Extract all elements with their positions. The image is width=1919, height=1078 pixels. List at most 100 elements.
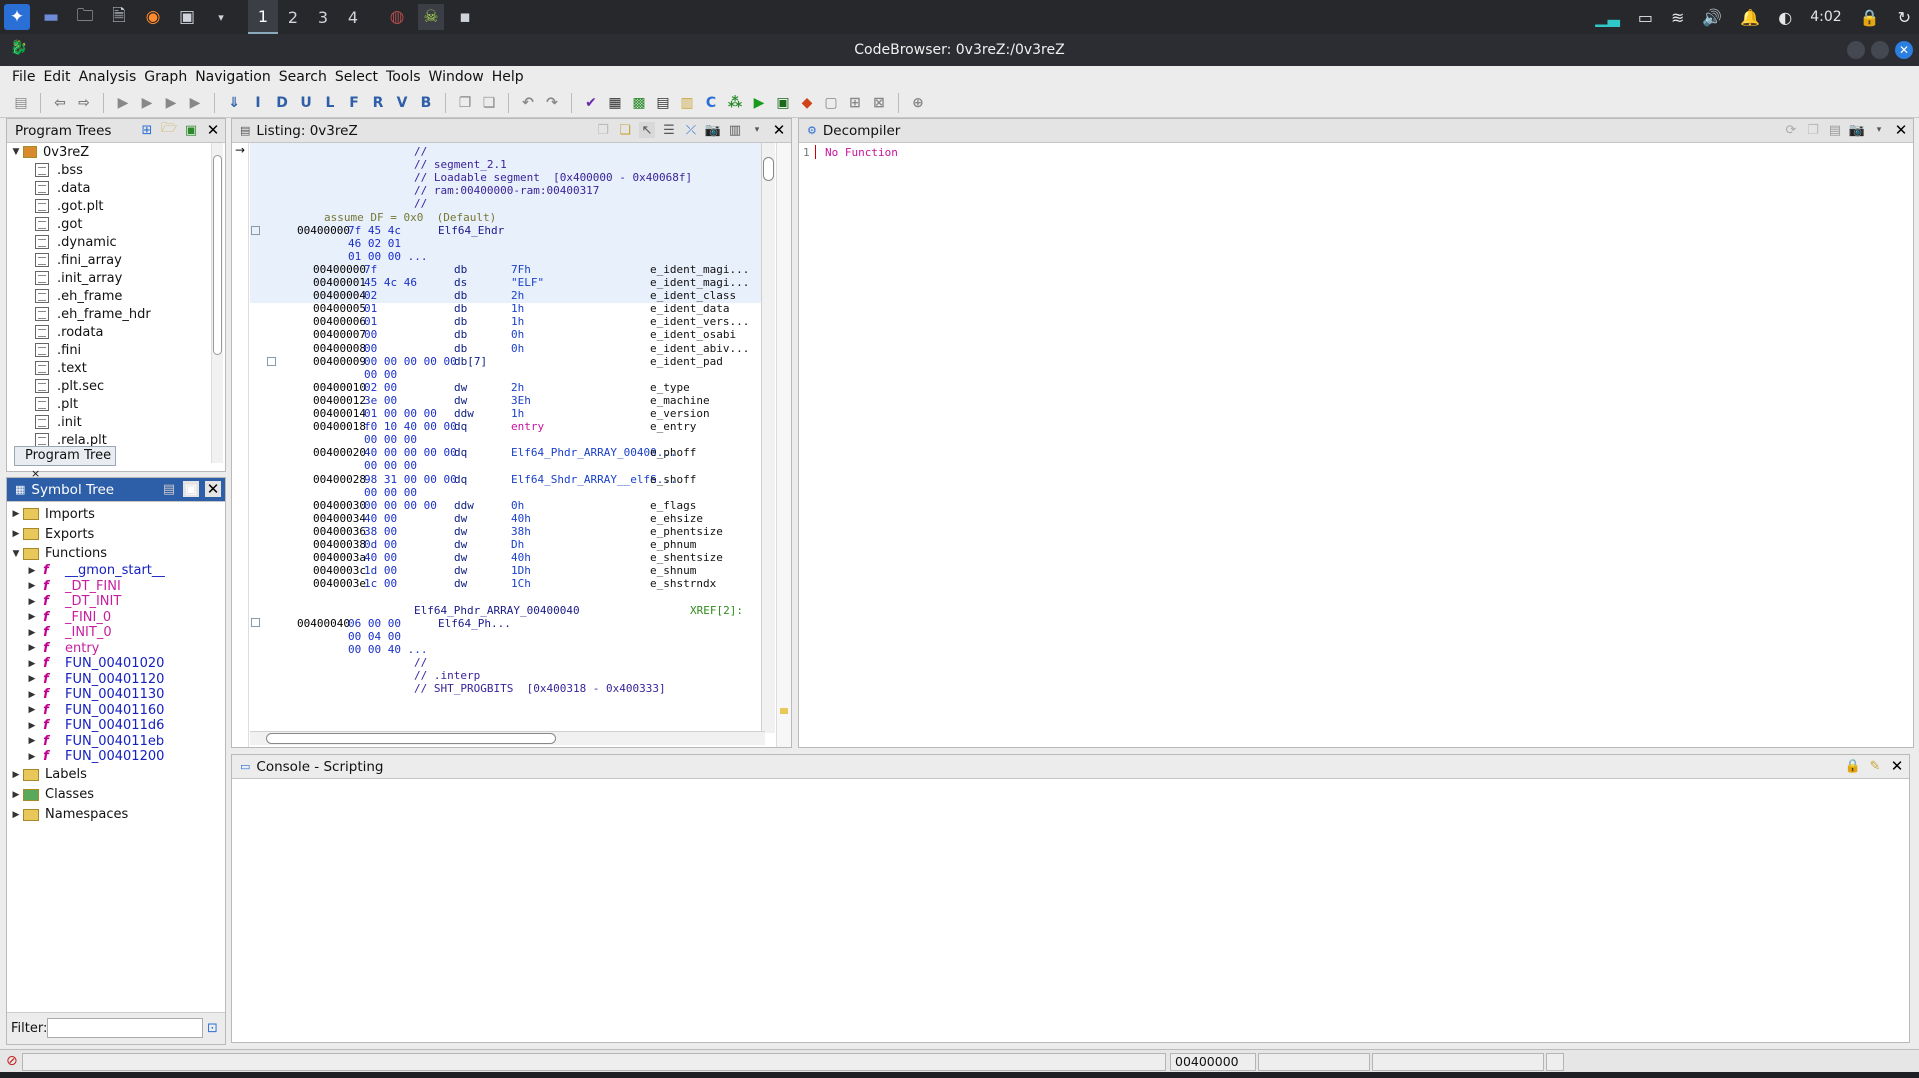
menu-search[interactable]: Search — [279, 69, 327, 85]
desktop-icon[interactable]: ▬ — [38, 4, 64, 30]
function-item[interactable]: ▶ f FUN_00401020 — [7, 656, 223, 672]
program-tree-item[interactable]: .dynamic — [7, 233, 211, 251]
chevron-down-icon[interactable]: ▾ — [1871, 122, 1887, 138]
field-edit-icon[interactable]: ☰ — [661, 122, 677, 138]
listing-hscroll[interactable] — [250, 731, 765, 745]
function-item[interactable]: ▶ f __gmon_start__ — [7, 563, 223, 579]
program-tree-item[interactable]: .rodata — [7, 323, 211, 341]
tool-icon-1[interactable]: ▦ — [606, 94, 624, 112]
error-status-icon[interactable]: ⊘ — [6, 1053, 18, 1069]
maximize-button[interactable] — [1871, 41, 1889, 59]
filter-input[interactable] — [47, 1018, 203, 1038]
expand-arrow-icon[interactable]: ▶ — [9, 509, 23, 519]
refresh-icon[interactable]: ⟳ — [1783, 122, 1799, 138]
tool-icon-11[interactable]: ⊠ — [870, 94, 888, 112]
close-icon[interactable]: ✕ — [205, 480, 221, 498]
expand-arrow-icon[interactable]: ▶ — [9, 770, 23, 780]
collapse-arrow-icon[interactable]: ▼ — [9, 147, 23, 157]
file-manager-icon[interactable]: 🗀 — [72, 4, 98, 30]
close-icon[interactable]: ✕ — [205, 121, 221, 139]
function-item[interactable]: ▶ f FUN_00401200 — [7, 749, 223, 765]
listing-view[interactable]: //// segment_2.1// Loadable segment [0x4… — [250, 143, 765, 733]
checkmark-icon[interactable]: ✔ — [582, 94, 600, 112]
expand-arrow-icon[interactable]: ▶ — [25, 643, 39, 653]
expand-arrow-icon[interactable]: ▶ — [25, 736, 39, 746]
next-r-icon[interactable]: R — [369, 94, 387, 112]
nav-icon-2[interactable]: ▶ — [138, 94, 156, 112]
close-icon[interactable]: ✕ — [771, 121, 787, 139]
overview-bar[interactable] — [776, 143, 791, 747]
back-icon[interactable]: ⇦ — [51, 94, 69, 112]
program-tree-item[interactable]: .fini_array — [7, 251, 211, 269]
chevron-down-icon[interactable]: ▾ — [208, 4, 234, 30]
function-item[interactable]: ▶ f _DT_INIT — [7, 594, 223, 610]
nav-icon-3[interactable]: ▶ — [162, 94, 180, 112]
snapshot-icon[interactable]: ▣ — [183, 122, 199, 138]
refresh-icon[interactable]: ↻ — [1898, 8, 1911, 27]
next-l-icon[interactable]: L — [321, 94, 339, 112]
new-tree-icon[interactable]: ⊞ — [139, 122, 155, 138]
tool-icon-4[interactable]: ▥ — [678, 94, 696, 112]
display-icon[interactable]: ▭ — [1638, 8, 1653, 27]
program-tree-item[interactable]: .bss — [7, 161, 211, 179]
function-item[interactable]: ▶ f FUN_00401130 — [7, 687, 223, 703]
lock-icon[interactable]: ▤ — [161, 481, 177, 497]
decompiler-view[interactable]: 1 No Function — [799, 143, 1913, 743]
function-item[interactable]: ▶ f FUN_004011eb — [7, 734, 223, 750]
next-instruction-icon[interactable]: ⇓ — [225, 94, 243, 112]
function-item[interactable]: ▶ f _INIT_0 — [7, 625, 223, 641]
expand-arrow-icon[interactable]: ▶ — [25, 705, 39, 715]
copy-icon[interactable]: ❐ — [595, 122, 611, 138]
function-item[interactable]: ▶ f _DT_FINI — [7, 579, 223, 595]
expand-arrow-icon[interactable]: ▶ — [25, 597, 39, 607]
close-icon[interactable]: ✕ — [1889, 757, 1905, 775]
tool-icon-8[interactable]: ◆ — [798, 94, 816, 112]
function-item[interactable]: ▶ f FUN_004011d6 — [7, 718, 223, 734]
power-icon[interactable]: ◐ — [1778, 8, 1792, 27]
expand-arrow-icon[interactable]: ▶ — [9, 790, 23, 800]
export-icon[interactable]: ▤ — [1827, 122, 1843, 138]
terminal-icon[interactable]: ▣ — [174, 4, 200, 30]
next-i-icon[interactable]: I — [249, 94, 267, 112]
firefox-window-icon[interactable]: ◍ — [384, 4, 410, 30]
lock-icon[interactable]: 🔒 — [1845, 758, 1861, 774]
console-output[interactable] — [232, 779, 1909, 1042]
menu-analysis[interactable]: Analysis — [79, 69, 137, 85]
listing-vscroll[interactable] — [761, 143, 775, 733]
snapshot-camera-icon[interactable]: 📷 — [705, 122, 721, 138]
copy-icon[interactable]: ❐ — [1805, 122, 1821, 138]
tool-icon-7[interactable]: ▣ — [774, 94, 792, 112]
chevron-down-icon[interactable]: ▾ — [749, 122, 765, 138]
function-item[interactable]: ▶ f entry — [7, 641, 223, 657]
program-tree-item[interactable]: .eh_frame_hdr — [7, 305, 211, 323]
tree-node-functions[interactable]: ▼ Functions — [7, 544, 223, 563]
tool-icon-10[interactable]: ⊞ — [846, 94, 864, 112]
cursor-icon[interactable]: ↖ — [639, 122, 655, 138]
menu-file[interactable]: File — [12, 69, 35, 85]
paste-icon[interactable]: ❏ — [480, 94, 498, 112]
text-editor-icon[interactable]: 🗎 — [106, 4, 132, 30]
program-trees-scrollbar[interactable] — [211, 143, 223, 463]
close-window-button[interactable]: ✕ — [1895, 41, 1913, 59]
expand-arrow-icon[interactable]: ▶ — [25, 628, 39, 638]
program-tree-item[interactable]: .plt.sec — [7, 377, 211, 395]
save-icon[interactable]: ▤ — [12, 94, 30, 112]
network-icon[interactable]: ≋ — [1671, 8, 1684, 27]
workspace-1[interactable]: 1 — [248, 0, 278, 34]
tree-root[interactable]: ▼ 0v3reZ — [7, 143, 211, 161]
terminal-window-icon[interactable]: ▪ — [452, 4, 478, 30]
tree-node-classes[interactable]: ▶ Classes — [7, 785, 223, 805]
tree-node-namespaces[interactable]: ▶ Namespaces — [7, 805, 223, 825]
snapshot-icon[interactable]: ▣ — [183, 481, 199, 497]
menu-window[interactable]: Window — [429, 69, 484, 85]
diff-icon[interactable]: ⤫ — [683, 122, 699, 138]
expand-arrow-icon[interactable]: ▶ — [9, 529, 23, 539]
tool-icon-2[interactable]: ▩ — [630, 94, 648, 112]
tool-icon-5[interactable]: C — [702, 94, 720, 112]
volume-icon[interactable]: 🔊 — [1702, 8, 1722, 27]
program-tree-item[interactable]: .text — [7, 359, 211, 377]
fold-toggle-icon[interactable] — [267, 357, 276, 366]
next-b-icon[interactable]: B — [417, 94, 435, 112]
next-u-icon[interactable]: U — [297, 94, 315, 112]
expand-arrow-icon[interactable]: ▶ — [25, 566, 39, 576]
